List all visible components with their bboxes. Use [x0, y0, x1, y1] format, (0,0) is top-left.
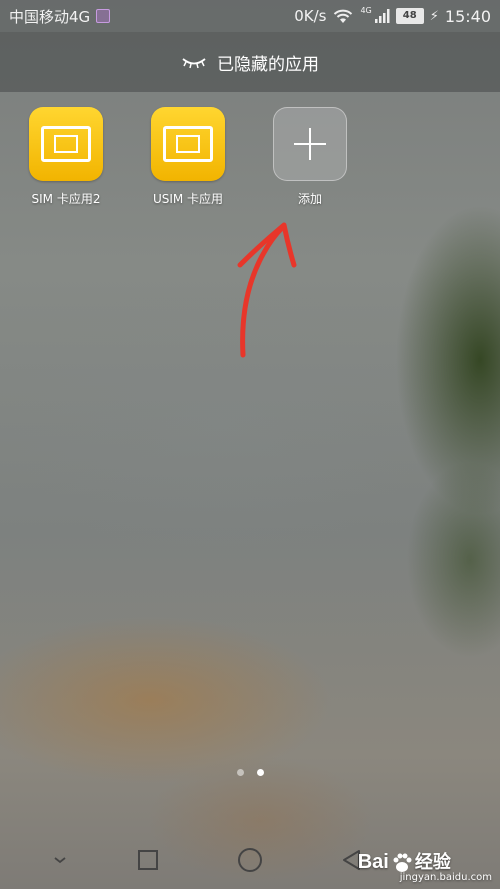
- paw-icon: [393, 853, 412, 872]
- charging-icon: ⚡: [429, 8, 439, 24]
- chevron-down-icon: [54, 856, 66, 863]
- plus-icon: [273, 107, 347, 181]
- page-indicator: [0, 769, 500, 776]
- recent-apps-button[interactable]: [128, 830, 168, 889]
- page-dot-active[interactable]: [256, 769, 264, 776]
- status-bar: 中国移动4G 0K/s 4G 48 ⚡ 15:40: [0, 0, 500, 32]
- app-label: SIM 卡应用2: [31, 192, 101, 206]
- watermark-brand: Bai: [357, 850, 389, 873]
- closed-eye-icon: [182, 58, 206, 69]
- carrier-name: 中国移动4G: [9, 7, 91, 26]
- recent-apps-icon: [138, 849, 158, 870]
- app-label: USIM 卡应用: [152, 192, 224, 206]
- battery-level: 48: [402, 10, 417, 21]
- status-icons: 0K/s 4G 48 ⚡ 15:40: [294, 0, 491, 32]
- add-app-button[interactable]: 添加: [250, 107, 370, 207]
- page-dot[interactable]: [236, 769, 244, 776]
- signal-icon: [374, 9, 390, 23]
- page-title: 已隐藏的应用: [217, 54, 319, 75]
- home-icon: [238, 847, 262, 872]
- notification-icon: [96, 9, 111, 23]
- sim-card-icon: [29, 107, 103, 181]
- app-sim-card-2[interactable]: SIM 卡应用2: [6, 107, 126, 207]
- app-usim-card[interactable]: USIM 卡应用: [128, 107, 248, 207]
- clock: 15:40: [444, 6, 491, 26]
- network-speed: 0K/s: [294, 7, 327, 25]
- battery-icon: 48: [395, 8, 424, 24]
- sim-card-icon: [151, 107, 225, 181]
- collapse-button[interactable]: [40, 830, 80, 889]
- hidden-apps-header: 已隐藏的应用: [0, 32, 500, 92]
- wifi-icon: [334, 9, 353, 23]
- add-label: 添加: [297, 192, 322, 206]
- watermark-url: jingyan.baidu.com: [399, 872, 492, 883]
- baidu-jingyan-watermark: Bai 经验 jingyan.baidu.com: [358, 848, 492, 884]
- watermark-suffix: 经验: [414, 851, 451, 873]
- network-type-label: 4G: [360, 5, 372, 15]
- annotation-arrow: [237, 222, 297, 358]
- home-button[interactable]: [230, 830, 270, 889]
